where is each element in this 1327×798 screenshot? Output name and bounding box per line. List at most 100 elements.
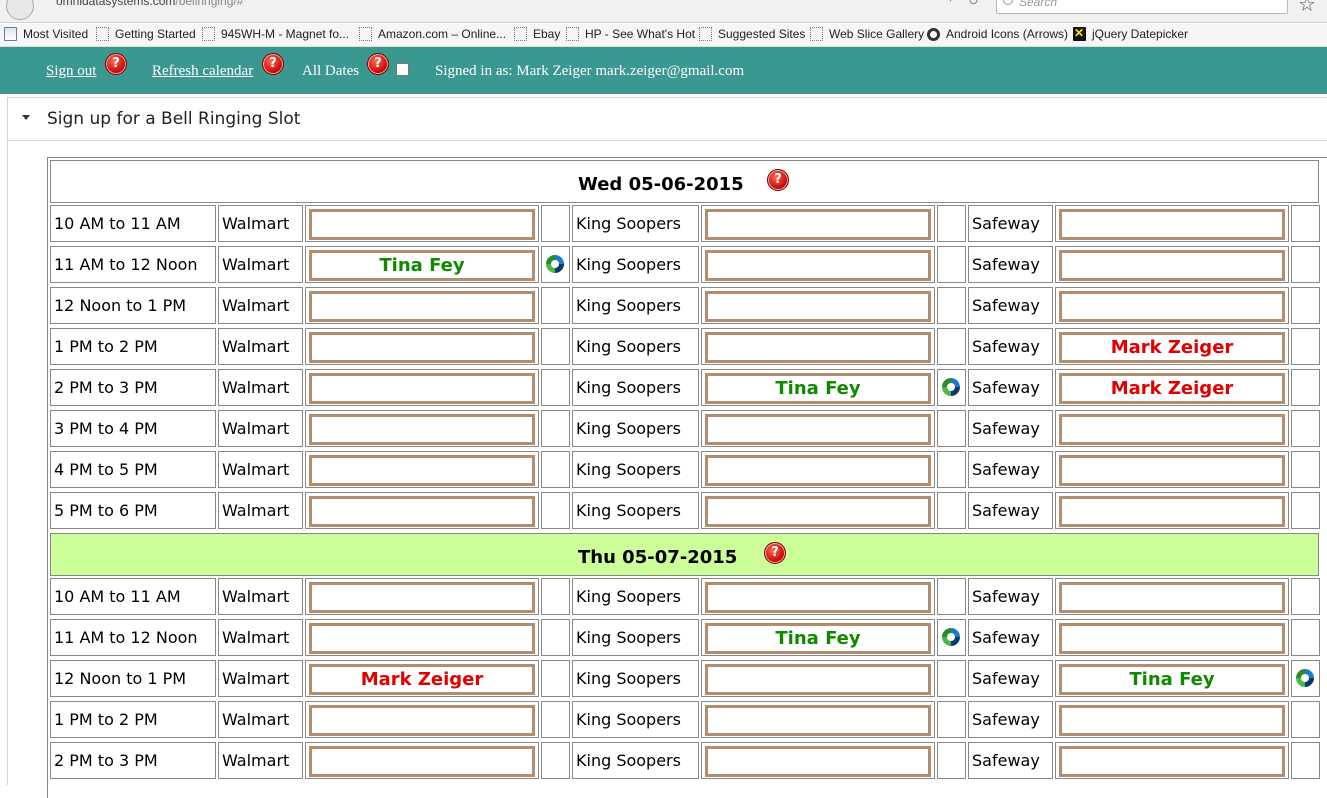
store-label: Safeway	[972, 296, 1040, 315]
sync-cell	[937, 287, 966, 324]
signup-slot[interactable]	[309, 623, 535, 654]
signup-slot[interactable]	[1059, 705, 1285, 736]
signup-slot[interactable]	[1059, 414, 1285, 445]
store-label: King Soopers	[576, 710, 681, 729]
store-cell: King Soopers	[572, 492, 699, 529]
sync-cell	[541, 410, 570, 447]
url-dropdown-icon[interactable]: ▾	[948, 0, 953, 5]
slot-cell	[701, 660, 935, 697]
bookmark-item[interactable]: HP - See What's Hot	[566, 27, 695, 41]
signup-slot[interactable]: Tina Fey	[705, 373, 931, 404]
dotted-page-icon	[810, 27, 823, 41]
signup-slot[interactable]: Mark Zeiger	[309, 664, 535, 695]
sync-cell	[937, 619, 966, 656]
bookmark-star-icon[interactable]: ☆	[1298, 0, 1316, 16]
signup-slot[interactable]: Mark Zeiger	[1059, 332, 1285, 363]
sign-out-label[interactable]: Sign out	[46, 63, 96, 79]
sign-out-link[interactable]: Sign out	[46, 63, 100, 80]
sync-cell	[1291, 369, 1320, 406]
refresh-calendar-label[interactable]: Refresh calendar	[152, 63, 253, 79]
table-row: 10 AM to 11 AM Walmart King Soopers Safeway	[50, 205, 1327, 244]
signup-slot[interactable]	[309, 291, 535, 322]
bookmark-item[interactable]: Suggested Sites	[699, 27, 805, 41]
address-field[interactable]: omnidatasystems.com/bellringing/#	[56, 0, 243, 8]
bookmark-item[interactable]: jQuery Datepicker	[1073, 26, 1188, 41]
all-dates-checkbox[interactable]	[396, 63, 409, 76]
signup-slot[interactable]	[1059, 455, 1285, 486]
bookmark-label: Amazon.com – Online...	[378, 27, 507, 41]
day-date-label: Wed 05-06-2015	[578, 174, 744, 195]
store-label: King Soopers	[576, 460, 681, 479]
signup-slot[interactable]: Tina Fey	[309, 250, 535, 281]
store-cell: King Soopers	[572, 369, 699, 406]
signup-slot[interactable]	[1059, 623, 1285, 654]
help-icon[interactable]: ?	[767, 169, 789, 191]
signup-slot[interactable]	[309, 373, 535, 404]
signup-panel-header[interactable]: Sign up for a Bell Ringing Slot	[7, 97, 1327, 141]
dotted-page-icon	[359, 27, 372, 41]
store-cell: Walmart	[218, 205, 303, 242]
store-cell: King Soopers	[572, 246, 699, 283]
swap-icon[interactable]	[942, 378, 960, 396]
bookmark-item[interactable]: Android Icons (Arrows)	[927, 27, 1068, 41]
bookmark-item[interactable]: Web Slice Gallery	[810, 27, 924, 41]
signup-slot[interactable]	[705, 332, 931, 363]
signup-slot[interactable]	[705, 746, 931, 777]
swap-icon[interactable]	[1296, 669, 1314, 687]
store-label: Walmart	[222, 378, 290, 397]
store-cell: Safeway	[968, 328, 1053, 365]
signup-slot[interactable]	[705, 455, 931, 486]
signup-slot[interactable]	[705, 496, 931, 527]
slot-cell	[305, 578, 539, 615]
signup-slot[interactable]	[705, 664, 931, 695]
help-icon[interactable]: ?	[262, 53, 284, 75]
reload-icon[interactable]: ↻	[968, 0, 979, 9]
signup-slot[interactable]	[309, 582, 535, 613]
store-cell: King Soopers	[572, 328, 699, 365]
signup-slot[interactable]	[1059, 250, 1285, 281]
bookmark-item[interactable]: 945WH-M - Magnet fo...	[202, 27, 349, 41]
signup-slot[interactable]	[309, 746, 535, 777]
back-button[interactable]	[6, 0, 34, 20]
signup-slot[interactable]	[309, 705, 535, 736]
signup-slot[interactable]: Tina Fey	[705, 623, 931, 654]
signup-slot[interactable]	[705, 250, 931, 281]
slot-cell	[305, 701, 539, 738]
signup-slot[interactable]	[1059, 209, 1285, 240]
bookmark-item[interactable]: Ebay	[514, 27, 560, 41]
signup-slot[interactable]	[1059, 291, 1285, 322]
signup-slot[interactable]	[705, 705, 931, 736]
help-icon[interactable]: ?	[367, 53, 389, 75]
signup-slot[interactable]	[705, 414, 931, 445]
signup-slot[interactable]	[705, 291, 931, 322]
signup-slot[interactable]	[705, 209, 931, 240]
signup-slot[interactable]	[309, 496, 535, 527]
signup-slot[interactable]	[309, 332, 535, 363]
store-label: Walmart	[222, 296, 290, 315]
android-icon	[927, 27, 940, 41]
signup-slot[interactable]	[1059, 746, 1285, 777]
search-input[interactable]: Search	[996, 0, 1288, 14]
slot-cell	[305, 328, 539, 365]
collapse-triangle-icon[interactable]	[22, 115, 30, 120]
bookmark-item[interactable]: Most Visited	[4, 27, 88, 41]
signup-slot[interactable]	[309, 209, 535, 240]
signup-slot[interactable]: Mark Zeiger	[1059, 373, 1285, 404]
sync-cell	[937, 410, 966, 447]
sync-cell	[1291, 492, 1320, 529]
sync-cell	[541, 742, 570, 779]
signup-slot[interactable]	[309, 414, 535, 445]
sync-cell	[541, 369, 570, 406]
signup-slot[interactable]: Tina Fey	[1059, 664, 1285, 695]
swap-icon[interactable]	[942, 628, 960, 646]
help-icon[interactable]: ?	[105, 53, 127, 75]
refresh-calendar-link[interactable]: Refresh calendar	[152, 63, 253, 80]
signup-slot[interactable]	[705, 582, 931, 613]
signup-slot[interactable]	[1059, 582, 1285, 613]
help-icon[interactable]: ?	[764, 542, 786, 564]
bookmark-item[interactable]: Amazon.com – Online...	[359, 27, 506, 41]
signup-slot[interactable]	[1059, 496, 1285, 527]
swap-icon[interactable]	[546, 255, 564, 273]
bookmark-item[interactable]: Getting Started	[96, 27, 196, 41]
signup-slot[interactable]	[309, 455, 535, 486]
